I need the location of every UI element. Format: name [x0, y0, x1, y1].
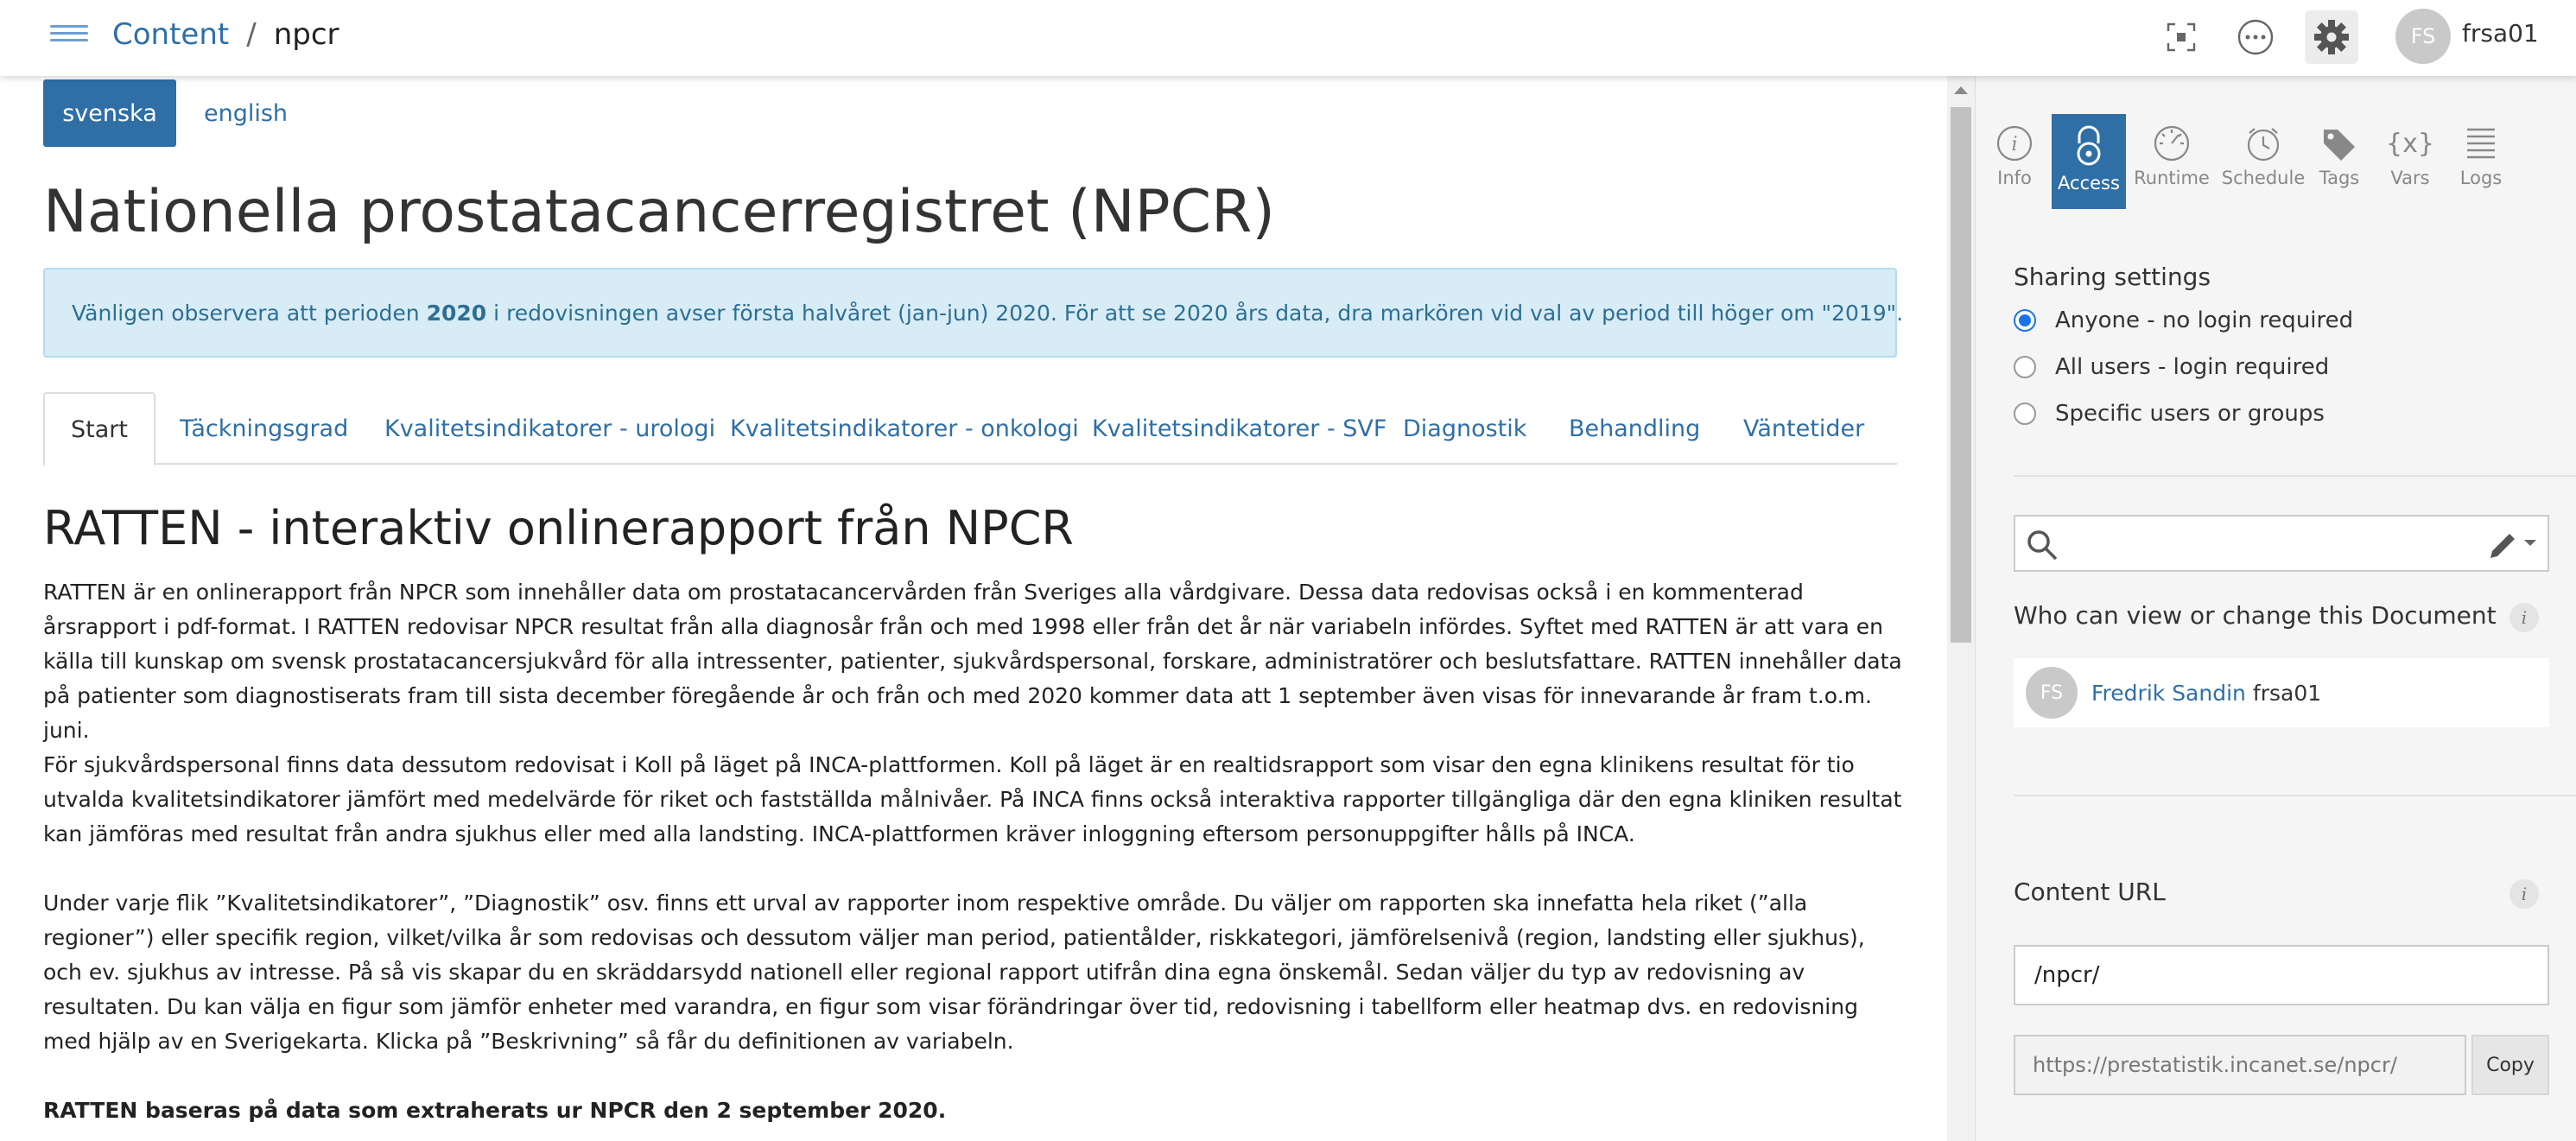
tab-diagnostik[interactable]: Diagnostik — [1403, 392, 1526, 465]
panel-tab-logs[interactable]: Logs — [2444, 114, 2518, 209]
more-icon[interactable] — [2229, 10, 2282, 64]
sharing-option-label: All users - login required — [2055, 354, 2330, 380]
username-label[interactable]: frsa01 — [2462, 19, 2539, 48]
settings-panel: i Info Access Runtime Schedule Tags x} V… — [1975, 76, 2576, 1141]
search-icon — [2027, 530, 2058, 561]
info-icon[interactable]: i — [2509, 603, 2539, 632]
access-list-title: Who can view or change this Document — [2014, 601, 2497, 630]
tab-kvalitetsindikatorer-onkologi[interactable]: Kvalitetsindikatorer - onkologi — [730, 392, 1079, 465]
panel-tab-label: Runtime — [2134, 168, 2210, 188]
content-url-input[interactable] — [2014, 945, 2549, 1005]
usage-paragraph: Under varje flik ”Kvalitetsindikatorer”,… — [43, 891, 1865, 1054]
clock-icon — [2247, 128, 2280, 162]
panel-tab-tags[interactable]: Tags — [2302, 114, 2376, 209]
report-tabs: Start Täckningsgrad Kvalitetsindikatorer… — [43, 392, 1897, 466]
page-title: Nationella prostatacancerregistret (NPCR… — [43, 178, 1275, 246]
avatar: FS — [2026, 667, 2078, 719]
svg-text:i: i — [2011, 134, 2017, 155]
divider — [2014, 795, 2576, 796]
panel-tab-label: Vars — [2390, 168, 2430, 188]
menu-icon[interactable] — [50, 21, 88, 52]
sharing-option-label: Specific users or groups — [2055, 401, 2325, 427]
copy-url-button[interactable]: Copy — [2471, 1035, 2549, 1095]
tab-start[interactable]: Start — [43, 392, 155, 466]
gauge-icon — [2154, 125, 2190, 162]
intro-paragraph: RATTEN är en onlinerapport från NPCR som… — [43, 580, 1902, 743]
sharing-option-all-users[interactable]: All users - login required — [2014, 350, 2329, 384]
sharing-option-label: Anyone - no login required — [2055, 307, 2354, 333]
radio-button[interactable] — [2014, 356, 2036, 378]
radio-button[interactable] — [2014, 403, 2036, 425]
scrollbar-thumb[interactable] — [1951, 107, 1971, 643]
chevron-down-icon — [2524, 540, 2536, 546]
panel-tab-runtime[interactable]: Runtime — [2134, 114, 2210, 209]
panel-tab-vars[interactable]: {x} Vars — [2373, 114, 2447, 209]
user-search-box — [2014, 515, 2549, 572]
list-icon — [2467, 128, 2495, 159]
main-content: svenska english Nationella prostatacance… — [0, 76, 1947, 1141]
panel-tab-label: Logs — [2459, 168, 2503, 188]
pencil-icon — [2490, 534, 2515, 558]
sharing-option-anyone[interactable]: Anyone - no login required — [2014, 303, 2353, 338]
breadcrumb-separator: / — [246, 17, 257, 52]
breadcrumb: Content / npcr — [112, 12, 339, 57]
pencil-dropdown-button[interactable] — [2487, 527, 2537, 560]
breadcrumb-content-link[interactable]: Content — [112, 17, 229, 52]
lang-svenska-button[interactable]: svenska — [43, 79, 176, 147]
access-user-row: FS Fredrik Sandin frsa01 — [2014, 658, 2549, 727]
tag-icon — [2324, 130, 2355, 161]
notice-bold-year: 2020 — [426, 300, 487, 326]
inca-paragraph: För sjukvårdspersonal finns data dessuto… — [43, 752, 1902, 846]
scroll-up-arrow-icon[interactable] — [1954, 86, 1968, 94]
panel-tab-label: Access — [2058, 173, 2120, 193]
divider — [2014, 475, 2576, 477]
content-url-title: Content URL — [2014, 878, 2166, 906]
scrollbar[interactable] — [1947, 76, 1975, 1141]
lang-english-link[interactable]: english — [204, 79, 288, 147]
tab-vantetider[interactable]: Väntetider — [1743, 392, 1864, 465]
section-title: RATTEN - interaktiv onlinerapport från N… — [43, 501, 1074, 555]
panel-tab-access[interactable]: Access — [2052, 114, 2126, 209]
panel-tab-label: Tags — [2319, 168, 2360, 188]
svg-text:{x}: {x} — [2389, 129, 2432, 159]
gear-icon[interactable] — [2305, 10, 2358, 64]
user-search-input[interactable] — [2062, 525, 2459, 563]
top-bar: Content / npcr FS frsa01 — [0, 0, 2576, 76]
radio-button[interactable] — [2014, 309, 2036, 332]
panel-tab-info[interactable]: i Info — [1977, 114, 2052, 209]
avatar[interactable]: FS — [2395, 9, 2451, 64]
braces-icon: {x} — [2389, 129, 2432, 159]
notice-alert: Vänligen observera att perioden 2020 i red… — [43, 268, 1903, 358]
panel-tab-label: Info — [1997, 168, 2032, 188]
sharing-option-specific[interactable]: Specific users or groups — [2014, 396, 2325, 431]
data-source-paragraph: RATTEN baseras på data som extraherats u… — [43, 1098, 947, 1123]
tab-behandling[interactable]: Behandling — [1569, 392, 1700, 465]
info-icon: i — [1996, 125, 2033, 162]
notice-text-end: i redovisningen avser första halvåret (j… — [493, 300, 1904, 326]
breadcrumb-current: npcr — [273, 17, 339, 52]
access-user-id: frsa01 — [2252, 680, 2322, 706]
info-icon[interactable]: i — [2509, 879, 2539, 909]
tab-kvalitetsindikatorer-svf[interactable]: Kvalitetsindikatorer - SVF — [1092, 392, 1386, 465]
panel-tab-label: Schedule — [2221, 168, 2306, 188]
notice-text-start: Vänligen observera att perioden — [72, 300, 420, 326]
tab-kvalitetsindikatorer-urologi[interactable]: Kvalitetsindikatorer - urologi — [384, 392, 715, 465]
fullscreen-icon[interactable] — [2154, 10, 2208, 64]
full-url-display: https://prestatistik.incanet.se/npcr/ — [2014, 1035, 2466, 1095]
panel-tab-schedule[interactable]: Schedule — [2222, 114, 2305, 209]
lock-icon — [2077, 125, 2101, 166]
tab-tackningsgrad[interactable]: Täckningsgrad — [180, 392, 348, 465]
access-user-name-link[interactable]: Fredrik Sandin — [2091, 681, 2246, 706]
sharing-settings-title: Sharing settings — [2014, 263, 2211, 291]
